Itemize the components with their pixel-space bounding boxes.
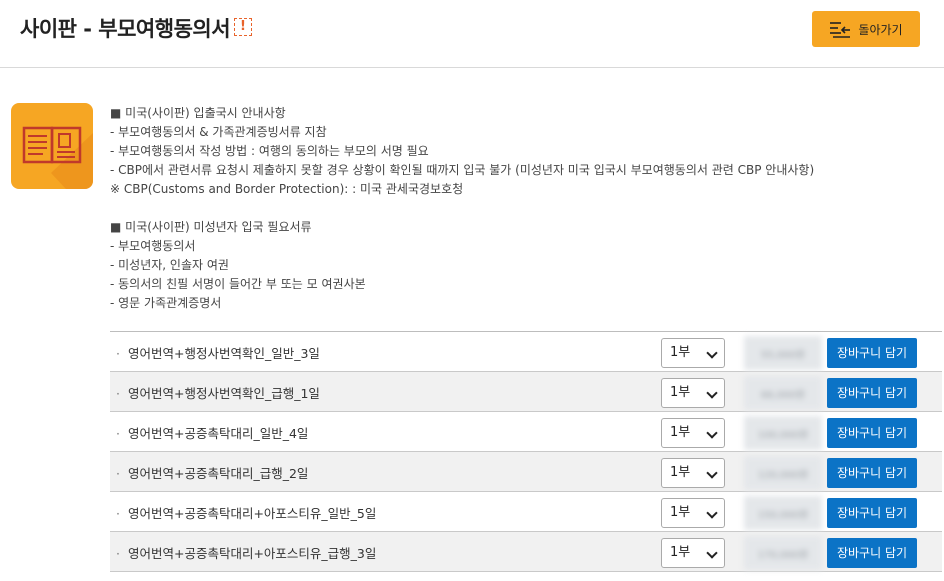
product-name: 영어번역+공증촉탁대리_급행_2일 — [116, 463, 308, 482]
price-value: 100,000원 — [744, 416, 822, 450]
add-to-cart-button[interactable]: 장바구니 담기 — [827, 378, 917, 408]
info-heading: ■ 미국(사이판) 입출국시 안내사항 — [110, 106, 286, 120]
product-name: 영어번역+행정사번역확인_급행_1일 — [116, 383, 320, 402]
product-name: 영어번역+행정사번역확인_일반_3일 — [116, 343, 320, 362]
info-line: - 미성년자, 인솔자 여권 — [110, 258, 229, 272]
product-name: 영어번역+공증촉탁대리+아포스티유_일반_5일 — [116, 503, 376, 522]
page-header: 사이판 - 부모여행동의서 ! 돌아가기 — [0, 0, 944, 68]
info-line: - 부모여행동의서 — [110, 239, 196, 253]
add-to-cart-button[interactable]: 장바구니 담기 — [827, 418, 917, 448]
table-row: 영어번역+행정사번역확인_일반_3일 1부 55,000원 장바구니 담기 — [110, 332, 942, 372]
add-to-cart-button[interactable]: 장바구니 담기 — [827, 458, 917, 488]
back-button-label: 돌아가기 — [858, 22, 903, 37]
add-to-cart-button[interactable]: 장바구니 담기 — [827, 498, 917, 528]
quantity-select[interactable]: 1부 — [661, 538, 725, 568]
info-line: - 부모여행동의서 작성 방법 : 여행의 동의하는 부모의 서명 필요 — [110, 144, 429, 158]
info-line: - CBP에서 관련서류 요청시 제출하지 못할 경우 상황이 확인될 때까지 … — [110, 163, 815, 177]
price-value: 55,000원 — [744, 336, 822, 370]
info-line: - 부모여행동의서 & 가족관계증빙서류 지참 — [110, 125, 327, 139]
table-row: 영어번역+공증촉탁대리+아포스티유_일반_5일 1부 150,000원 장바구니… — [110, 492, 942, 532]
product-table: 영어번역+행정사번역확인_일반_3일 1부 55,000원 장바구니 담기 영어… — [110, 331, 942, 572]
add-to-cart-button[interactable]: 장바구니 담기 — [827, 338, 917, 368]
quantity-select[interactable]: 1부 — [661, 418, 725, 448]
product-name: 영어번역+공증촉탁대리_일반_4일 — [116, 423, 308, 442]
add-to-cart-button[interactable]: 장바구니 담기 — [827, 538, 917, 568]
back-button[interactable]: 돌아가기 — [812, 11, 920, 47]
info-heading: ■ 미국(사이판) 미성년자 입국 필요서류 — [110, 220, 312, 234]
list-back-icon — [830, 22, 851, 38]
table-row: 영어번역+공증촉탁대리_일반_4일 1부 100,000원 장바구니 담기 — [110, 412, 942, 452]
page-title: 사이판 - 부모여행동의서 — [20, 17, 231, 41]
product-name: 영어번역+공증촉탁대리+아포스티유_급행_3일 — [116, 543, 376, 562]
info-line: ※ CBP(Customs and Border Protection): : … — [110, 182, 464, 196]
info-text: ■ 미국(사이판) 입출국시 안내사항 - 부모여행동의서 & 가족관계증빙서류… — [110, 104, 930, 313]
quantity-select[interactable]: 1부 — [661, 338, 725, 368]
price-value: 150,000원 — [744, 496, 822, 530]
table-row: 영어번역+행정사번역확인_급행_1일 1부 66,000원 장바구니 담기 — [110, 372, 942, 412]
price-value: 66,000원 — [744, 376, 822, 410]
document-icon — [11, 103, 93, 189]
price-value: 120,000원 — [744, 456, 822, 490]
table-row: 영어번역+공증촉탁대리_급행_2일 1부 120,000원 장바구니 담기 — [110, 452, 942, 492]
info-line: - 영문 가족관계증명서 — [110, 296, 222, 310]
alert-icon[interactable]: ! — [234, 18, 252, 36]
info-line: - 동의서의 친필 서명이 들어간 부 또는 모 여권사본 — [110, 277, 366, 291]
quantity-select[interactable]: 1부 — [661, 378, 725, 408]
quantity-select[interactable]: 1부 — [661, 458, 725, 488]
table-row: 영어번역+공증촉탁대리+아포스티유_급행_3일 1부 170,000원 장바구니… — [110, 532, 942, 572]
quantity-select[interactable]: 1부 — [661, 498, 725, 528]
price-value: 170,000원 — [744, 536, 822, 570]
